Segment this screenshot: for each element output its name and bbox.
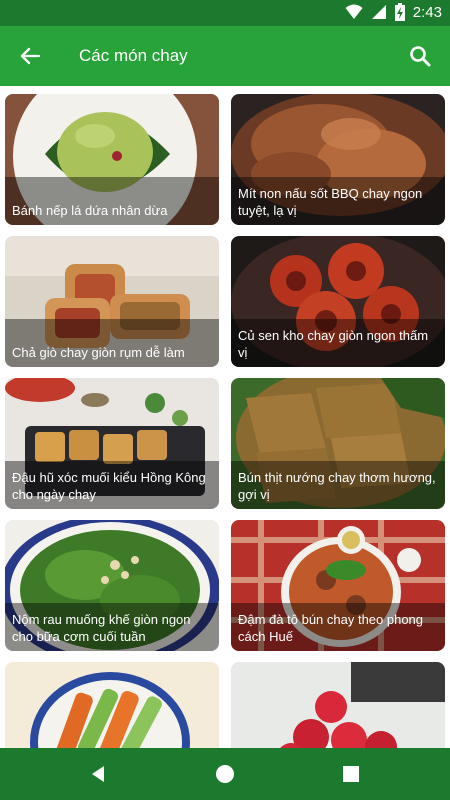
recipe-card[interactable]: Bánh nếp lá dứa nhân dừa	[5, 94, 219, 225]
recipe-title: Nộm rau muống khế giòn ngon cho bữa cơm …	[12, 612, 191, 644]
recipe-card[interactable]: Đậm đà tô bún chay theo phong cách Huế	[231, 520, 445, 651]
battery-icon	[394, 3, 405, 21]
recipe-card[interactable]: Bún thịt nướng chay thơm hương, gợi vị	[231, 378, 445, 509]
recipe-title: Mít non nấu sốt BBQ chay ngon tuyệt, lạ …	[238, 186, 423, 218]
recipe-title: Chả giò chay giòn rụm dễ làm	[12, 345, 185, 360]
recipe-title: Bún thịt nướng chay thơm hương, gợi vị	[238, 470, 436, 502]
status-bar: 2:43	[0, 0, 450, 26]
circle-home-icon	[216, 765, 234, 783]
recipe-image	[231, 662, 445, 748]
recipe-grid: Bánh nếp lá dứa nhân dừa Mít non nấu sốt…	[0, 86, 450, 748]
triangle-back-icon	[92, 766, 104, 782]
recipe-card[interactable]	[231, 662, 445, 748]
page-title: Các món chay	[79, 46, 188, 65]
recipe-title: Đậm đà tô bún chay theo phong cách Huế	[238, 612, 424, 644]
system-nav-bar	[0, 748, 450, 800]
recipe-card[interactable]: Nộm rau muống khế giòn ngon cho bữa cơm …	[5, 520, 219, 651]
signal-icon	[371, 5, 386, 19]
recipe-title: Bánh nếp lá dứa nhân dừa	[12, 203, 168, 218]
nav-home-button[interactable]	[211, 760, 239, 788]
status-icons: 2:43	[345, 3, 442, 21]
recipe-title: Đậu hũ xóc muối kiểu Hồng Kông cho ngày …	[12, 470, 206, 502]
status-time: 2:43	[412, 3, 442, 21]
back-button[interactable]	[14, 40, 46, 72]
wifi-icon	[345, 4, 363, 19]
recipe-card[interactable]: Mít non nấu sốt BBQ chay ngon tuyệt, lạ …	[231, 94, 445, 225]
search-button[interactable]	[404, 40, 436, 72]
app-bar: Các món chay	[0, 26, 450, 86]
square-recents-icon	[343, 766, 359, 782]
recipe-card[interactable]: Củ sen kho chay giòn ngon thấm vị	[231, 236, 445, 367]
recipe-card[interactable]: Đậu hũ xóc muối kiểu Hồng Kông cho ngày …	[5, 378, 219, 509]
arrow-back-icon	[20, 47, 40, 65]
nav-recents-button[interactable]	[337, 760, 365, 788]
recipe-image	[5, 662, 219, 748]
search-icon	[410, 46, 431, 67]
recipe-card[interactable]: Chả giò chay giòn rụm dễ làm	[5, 236, 219, 367]
recipe-title: Củ sen kho chay giòn ngon thấm vị	[238, 328, 429, 360]
recipe-card[interactable]	[5, 662, 219, 748]
nav-back-button[interactable]	[84, 760, 112, 788]
